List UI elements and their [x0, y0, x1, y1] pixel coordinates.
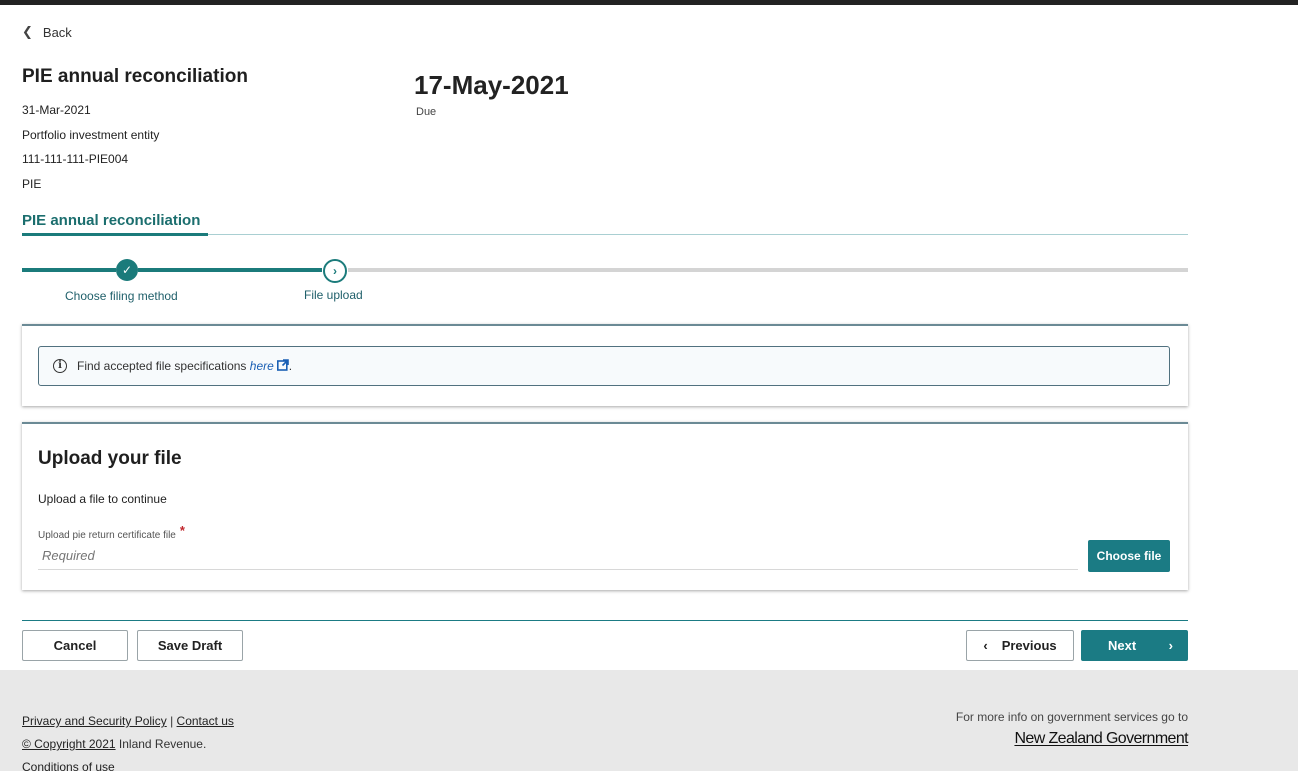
choose-file-button[interactable]: Choose file	[1088, 540, 1170, 572]
contact-link[interactable]: Contact us	[177, 714, 234, 728]
cancel-button[interactable]: Cancel	[22, 630, 128, 661]
entity-title: PIE annual reconciliation	[22, 66, 248, 87]
chevron-left-icon: ‹	[983, 638, 988, 653]
upload-field-label: Upload pie return certificate file *	[38, 523, 185, 541]
previous-label: Previous	[1001, 638, 1057, 653]
entity-type: Portfolio investment entity	[22, 127, 160, 142]
chevron-right-icon: ›	[1168, 638, 1173, 653]
upload-file-input[interactable]	[38, 542, 1078, 570]
entity-short: PIE	[22, 176, 42, 191]
back-label: Back	[42, 24, 72, 40]
info-alert: i Find accepted file specifications here…	[38, 346, 1170, 386]
upload-subtitle: Upload a file to continue	[38, 492, 167, 506]
required-marker: *	[179, 523, 185, 538]
next-label: Next	[1108, 638, 1137, 653]
entity-period: 31-Mar-2021	[22, 103, 91, 117]
stepper-line-complete	[22, 268, 116, 272]
info-icon: i	[53, 359, 67, 373]
next-button[interactable]: Next ›	[1081, 630, 1188, 661]
save-draft-button[interactable]: Save Draft	[137, 630, 243, 661]
entity-id: 111-111-111-PIE004	[22, 152, 129, 166]
external-link-icon[interactable]	[276, 359, 289, 371]
step-label-choose-filing-method[interactable]: Choose filing method	[65, 289, 178, 303]
due-date: 17-May-2021	[414, 70, 569, 100]
step-label-file-upload[interactable]: File upload	[304, 288, 363, 302]
site-footer: Privacy and Security Policy | Contact us…	[0, 670, 1298, 771]
upload-card: Upload your file Upload a file to contin…	[22, 422, 1188, 590]
back-link[interactable]: ❮ Back	[22, 24, 72, 40]
tab-pie-annual-reconciliation[interactable]: PIE annual reconciliation	[22, 212, 200, 229]
upload-title: Upload your file	[38, 448, 182, 469]
due-label: Due	[416, 106, 437, 118]
file-spec-link[interactable]: here	[250, 359, 274, 373]
actions-divider	[22, 620, 1188, 621]
stepper-line-complete	[138, 268, 322, 272]
section-divider	[208, 234, 1188, 235]
stepper-line-incomplete	[348, 268, 1188, 272]
active-tab-indicator	[22, 233, 208, 236]
privacy-link[interactable]: Privacy and Security Policy	[22, 714, 167, 728]
check-icon: ✓	[116, 259, 138, 281]
info-card: i Find accepted file specifications here…	[22, 324, 1188, 406]
govt-info-text: For more info on government services go …	[955, 710, 1188, 724]
previous-button[interactable]: ‹ Previous	[966, 630, 1074, 661]
footer-links: Privacy and Security Policy | Contact us…	[22, 710, 234, 771]
entity-meta: 31-Mar-2021 Portfolio investment entity …	[22, 98, 159, 196]
chevron-right-icon: ›	[323, 259, 347, 283]
progress-stepper: ✓ › Choose filing method File upload	[22, 258, 1188, 308]
top-border	[0, 0, 1298, 5]
conditions-link[interactable]: Conditions of use	[22, 760, 115, 771]
nz-government-logo[interactable]: New Zealand Government	[956, 730, 1188, 748]
copyright-link[interactable]: © Copyright 2021	[22, 737, 116, 751]
government-info: For more info on government services go …	[955, 710, 1189, 748]
info-text: Find accepted file specifications here.	[77, 359, 293, 373]
chevron-left-icon: ❮	[22, 24, 33, 39]
